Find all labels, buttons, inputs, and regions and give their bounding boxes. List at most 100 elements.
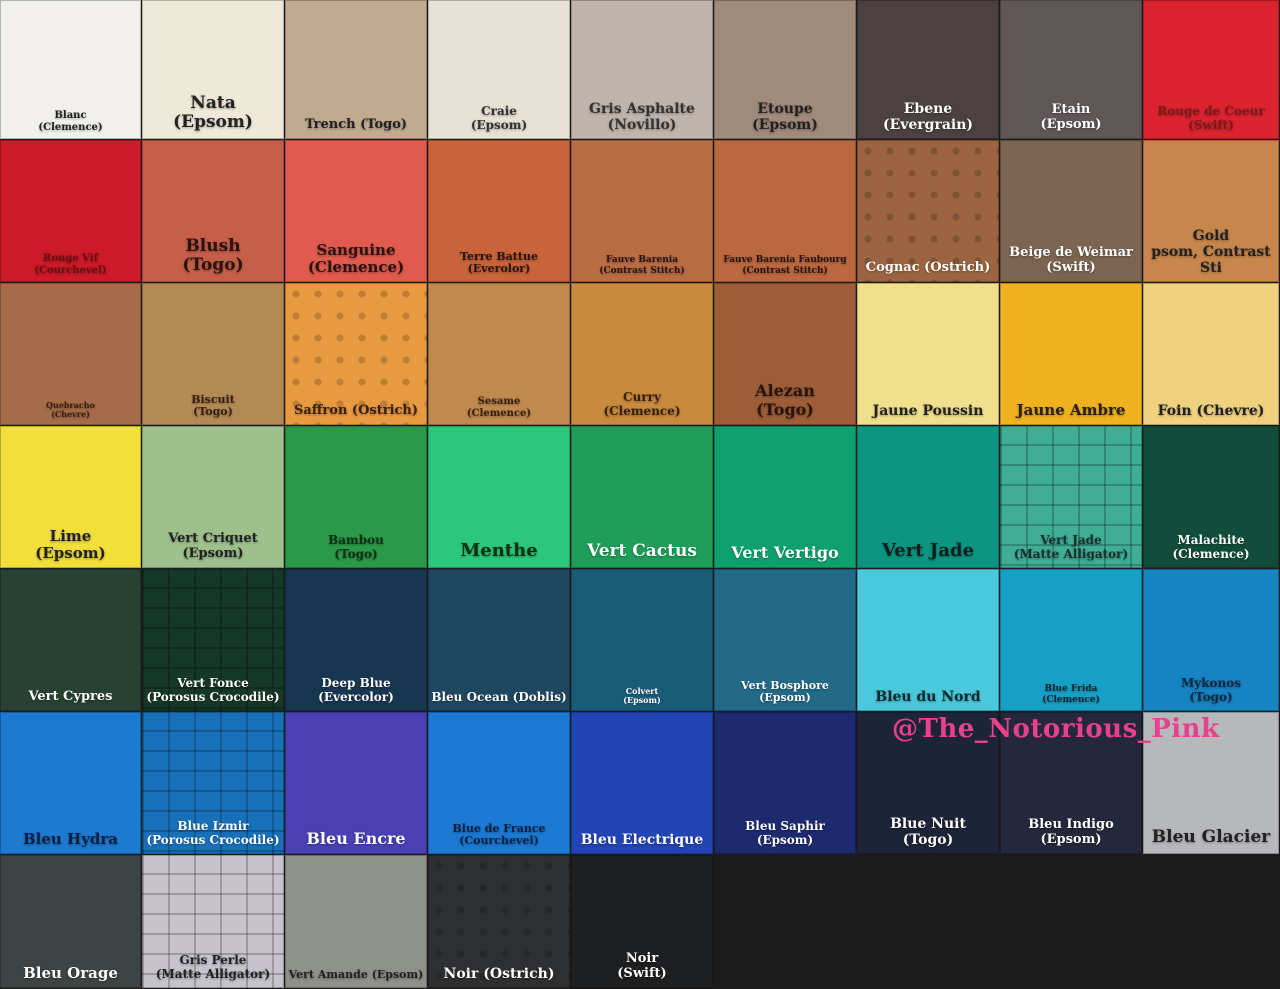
swatch-label: Beige de Weimar (Swift)	[1009, 245, 1133, 276]
swatch-label: Etoupe (Epsom)	[752, 100, 818, 133]
color-swatch: Blush (Togo)	[142, 140, 284, 282]
color-swatch: Curry (Clemence)	[571, 283, 713, 425]
swatch-label: Malachite (Clemence)	[1172, 533, 1250, 562]
swatch-label: Blue Frida (Clemence)	[1042, 684, 1100, 705]
swatch-label: Biscuit (Togo)	[191, 392, 235, 419]
swatch-label: Blue Izmir (Porosus Crocodile)	[146, 819, 280, 848]
swatch-label: Terre Battue (Everolor)	[460, 249, 538, 276]
color-swatch: Beige de Weimar (Swift)	[1000, 140, 1142, 282]
swatch-label: Jaune Ambre	[1016, 400, 1126, 419]
swatch-label: Rouge Vif (Courchevel)	[34, 253, 107, 276]
swatch-label: Vert Vertigo	[731, 542, 839, 562]
color-swatch: Fauve Barenia (Contrast Stitch)	[571, 140, 713, 282]
color-swatch: Biscuit (Togo)	[142, 283, 284, 425]
color-swatch: Noir (Swift)	[571, 855, 713, 988]
swatch-label: Vert Amande (Epsom)	[288, 968, 424, 982]
color-swatch: Blanc (Clemence)	[0, 0, 141, 139]
swatch-label: Bleu du Nord	[875, 688, 981, 705]
swatch-label: Trench (Togo)	[304, 117, 408, 133]
color-swatch: Trench (Togo)	[285, 0, 427, 139]
color-swatch: Deep Blue (Evercolor)	[285, 569, 427, 711]
color-swatch: Alezan (Togo)	[714, 283, 856, 425]
color-swatch: Bleu Hydra	[0, 712, 141, 854]
swatch-label: Fauve Barenia Faubourg (Contrast Stitch)	[723, 255, 847, 276]
swatch-label: Bleu Glacier	[1151, 827, 1271, 848]
color-swatch: Rouge de Coeur (Swift)	[1143, 0, 1279, 139]
color-swatch: Vert Jade (Matte Alligator)	[1000, 426, 1142, 568]
swatch-label: Bleu Saphir (Epsom)	[745, 819, 825, 848]
color-swatch: Vert Cypres	[0, 569, 141, 711]
swatch-label: Quebracho (Chevre)	[46, 399, 95, 419]
color-swatch: Vert Jade	[857, 426, 999, 568]
swatch-label: Gris Asphalte (Novillo)	[589, 100, 695, 133]
color-swatch: Etain (Epsom)	[1000, 0, 1142, 139]
color-swatch: Vert Vertigo	[714, 426, 856, 568]
color-swatch: Nata (Epsom)	[142, 0, 284, 139]
swatch-label: Craie (Epsom)	[470, 104, 528, 133]
color-swatch: Blue Izmir (Porosus Crocodile)	[142, 712, 284, 854]
swatch-label: Vert Criquet (Epsom)	[168, 531, 258, 562]
swatch-label: Noir (Ostrich)	[443, 965, 555, 982]
swatch-label: Cognac (Ostrich)	[865, 260, 991, 276]
color-swatch: Bleu Saphir (Epsom)	[714, 712, 856, 854]
swatch-label: Nata (Epsom)	[173, 92, 253, 133]
color-swatch: Gris Asphalte (Novillo)	[571, 0, 713, 139]
swatch-label: Bleu Encre	[306, 828, 406, 848]
swatch-label: Etain (Epsom)	[1040, 102, 1102, 133]
color-swatch: Vert Amande (Epsom)	[285, 855, 427, 988]
swatch-label: Vert Fonce (Porosus Crocodile)	[146, 676, 280, 705]
color-swatch: Terre Battue (Everolor)	[428, 140, 570, 282]
swatch-label: Jaune Poussin	[872, 402, 984, 419]
color-swatch: Saffron (Ostrich)	[285, 283, 427, 425]
swatch-label: Bleu Electrique	[580, 831, 704, 848]
color-swatch: Lime (Epsom)	[0, 426, 141, 568]
swatch-label: Vert Bosphore (Epsom)	[741, 678, 829, 705]
swatch-label: Menthe	[460, 540, 538, 562]
swatch-label: Ebene (Evergrain)	[882, 100, 974, 133]
swatch-label: Vert Cypres	[28, 689, 113, 705]
color-swatch: Gris Perle (Matte Alligator)	[142, 855, 284, 988]
swatch-label: Bleu Hydra	[22, 829, 119, 848]
color-swatch-grid: Blanc (Clemence) Nata (Epsom) Trench (Togo…	[0, 0, 1280, 989]
color-swatch: Foin (Chevre)	[1143, 283, 1279, 425]
swatch-label: Sanguine (Clemence)	[307, 240, 405, 276]
color-swatch: Blue Frida (Clemence)	[1000, 569, 1142, 711]
swatch-label: Vert Jade	[881, 540, 975, 562]
swatch-label: Curry (Clemence)	[603, 390, 681, 419]
watermark-handle: @The_Notorious_Pink	[892, 714, 1220, 744]
swatch-label: Vert Jade (Matte Alligator)	[1013, 533, 1129, 562]
swatch-label: Fauve Barenia (Contrast Stitch)	[599, 255, 685, 276]
swatch-label: Rouge de Coeur (Swift)	[1157, 104, 1265, 133]
color-swatch: Bambou (Togo)	[285, 426, 427, 568]
color-swatch: Bleu Encre	[285, 712, 427, 854]
swatch-label: Bambou (Togo)	[328, 533, 384, 562]
color-swatch: Rouge Vif (Courchevel)	[0, 140, 141, 282]
color-swatch: Sanguine (Clemence)	[285, 140, 427, 282]
swatch-label: Deep Blue (Evercolor)	[318, 676, 394, 705]
color-swatch: Vert Bosphore (Epsom)	[714, 569, 856, 711]
color-swatch: Noir (Ostrich)	[428, 855, 570, 988]
swatch-label: Alezan (Togo)	[755, 381, 815, 419]
color-swatch: Ebene (Evergrain)	[857, 0, 999, 139]
color-swatch: Menthe	[428, 426, 570, 568]
swatch-label: Gris Perle (Matte Alligator)	[155, 953, 271, 982]
swatch-label: Blue Nuit (Togo)	[890, 815, 966, 848]
color-swatch: Jaune Ambre	[1000, 283, 1142, 425]
color-swatch: Craie (Epsom)	[428, 0, 570, 139]
swatch-label: Mykonos (Togo)	[1180, 676, 1242, 705]
swatch-label: Sesame (Clemence)	[466, 396, 532, 419]
swatch-label: Saffron (Ostrich)	[293, 403, 419, 419]
color-swatch: Bleu Orage	[0, 855, 141, 988]
color-swatch: Cognac (Ostrich)	[857, 140, 999, 282]
color-swatch: Malachite (Clemence)	[1143, 426, 1279, 568]
swatch-label: Bleu Indigo (Epsom)	[1028, 817, 1114, 848]
color-swatch: Jaune Poussin	[857, 283, 999, 425]
swatch-label: Bleu Orage	[23, 963, 118, 982]
swatch-label: Blanc (Clemence)	[38, 110, 103, 133]
swatch-label: Noir (Swift)	[617, 951, 667, 982]
color-swatch: Quebracho (Chevre)	[0, 283, 141, 425]
color-swatch: Etoupe (Epsom)	[714, 0, 856, 139]
swatch-label: Blush (Togo)	[182, 235, 244, 276]
color-swatch: Bleu du Nord	[857, 569, 999, 711]
color-swatch: Blue de France (Courchevel)	[428, 712, 570, 854]
